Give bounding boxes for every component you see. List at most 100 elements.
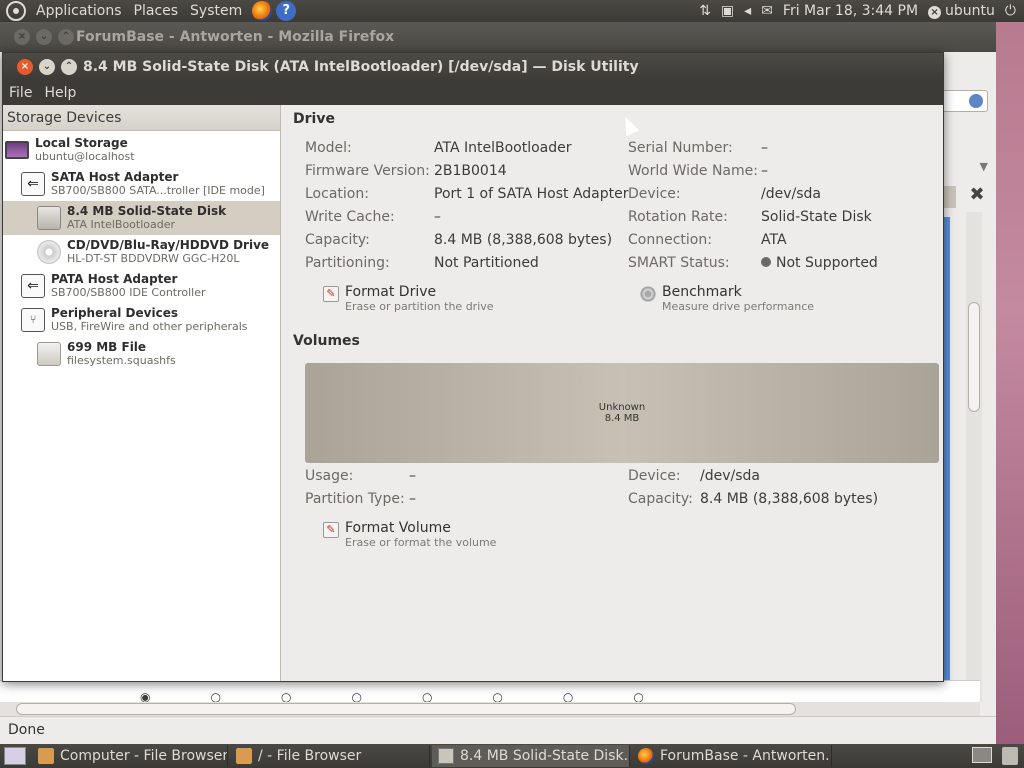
usb-icon: ⑂: [21, 308, 45, 332]
firefox-minimize-button[interactable]: ⌄: [36, 29, 52, 45]
drive-label: Model:: [305, 140, 352, 156]
trash-icon[interactable]: [1002, 747, 1018, 765]
item-subtitle: ubuntu@localhost: [35, 150, 135, 163]
scrollbar-thumb[interactable]: [16, 703, 796, 715]
disk-utility-body: Storage Devices Local Storage ubuntu@loca…: [3, 105, 943, 681]
ubuntu-logo-icon[interactable]: [6, 1, 26, 21]
drive-value: –: [761, 140, 768, 156]
firefox-search-box[interactable]: [942, 90, 988, 112]
search-icon[interactable]: [969, 94, 983, 108]
sidebar-item-local-storage[interactable]: Local Storage ubuntu@localhost: [5, 133, 279, 167]
item-title: CD/DVD/Blu-Ray/HDDVD Drive: [67, 238, 270, 252]
firefox-maximize-button[interactable]: ⌃: [58, 29, 74, 45]
volume-label: Unknown: [598, 402, 646, 413]
menu-file[interactable]: File: [3, 85, 38, 101]
volume-value: 8.4 MB (8,388,608 bytes): [700, 491, 879, 507]
scrollbar-thumb[interactable]: [968, 302, 980, 412]
sidebar-item-optical-drive[interactable]: CD/DVD/Blu-Ray/HDDVD Drive HL-DT-ST BDDVD…: [37, 235, 279, 269]
action-subtitle: Measure drive performance: [662, 300, 815, 313]
drive-label: Serial Number:: [628, 140, 733, 156]
format-volume-button[interactable]: ✎ Format Volume Erase or format the volum…: [323, 520, 496, 549]
battery-icon[interactable]: ▣: [721, 3, 734, 19]
status-dot-icon: [761, 257, 771, 267]
action-subtitle: Erase or format the volume: [345, 536, 497, 549]
drive-value: Not Partitioned: [434, 255, 539, 271]
bottom-panel: Computer - File Browser / - File Browser…: [0, 744, 1024, 768]
volume-map-bar[interactable]: Unknown 8.4 MB: [305, 363, 939, 463]
sidebar-item-peripheral-devices[interactable]: ⑂ Peripheral Devices USB, FireWire and ot…: [21, 303, 279, 337]
drive-value: Port 1 of SATA Host Adapter: [434, 186, 629, 202]
volume-icon[interactable]: ◂: [744, 3, 751, 19]
sidebar-item-pata-host-adapter[interactable]: ⇐ PATA Host Adapter SB700/SB800 IDE Contr…: [21, 269, 279, 303]
sidebar-item-sata-host-adapter[interactable]: ⇐ SATA Host Adapter SB700/SB800 SATA...tr…: [21, 167, 279, 201]
action-title: Format Drive: [345, 284, 437, 300]
drive-label: World Wide Name:: [628, 163, 758, 179]
computer-icon: [5, 141, 29, 159]
show-desktop-icon[interactable]: [4, 747, 26, 765]
firefox-horizontal-scrollbar[interactable]: [0, 702, 980, 716]
menu-system[interactable]: System: [184, 3, 248, 19]
optical-drive-icon: [37, 240, 61, 264]
maximize-button[interactable]: ⌃: [61, 58, 77, 75]
sidebar-item-solid-state-disk[interactable]: 8.4 MB Solid-State Disk ATA IntelBootload…: [3, 201, 280, 235]
item-subtitle: HL-DT-ST BDDVDRW GGC-H20L: [67, 252, 240, 265]
taskbar-item-root[interactable]: / - File Browser: [230, 745, 430, 767]
benchmark-button[interactable]: Benchmark Measure drive performance: [640, 284, 814, 313]
menu-help[interactable]: Help: [38, 85, 82, 101]
format-drive-button[interactable]: ✎ Format Drive Erase or partition the dri…: [323, 284, 494, 313]
help-launcher-icon[interactable]: ?: [276, 1, 297, 21]
drive-value: /dev/sda: [761, 186, 821, 202]
drive-value: 2B1B0014: [434, 163, 507, 179]
network-icon[interactable]: ⇅: [699, 3, 711, 19]
tab-close-icon[interactable]: ✖: [964, 184, 990, 208]
taskbar-item-computer[interactable]: Computer - File Browser: [32, 745, 228, 767]
drive-value: Solid-State Disk: [761, 209, 872, 225]
item-title: PATA Host Adapter: [51, 272, 178, 286]
volume-label: Usage:: [305, 468, 354, 484]
item-subtitle: SB700/SB800 IDE Controller: [51, 286, 206, 299]
volume-value: /dev/sda: [700, 468, 760, 484]
clock[interactable]: Fri Mar 18, 3:44 PM: [783, 3, 918, 19]
user-name: ubuntu: [945, 3, 995, 19]
item-subtitle: filesystem.squashfs: [67, 354, 176, 367]
drive-label: Rotation Rate:: [628, 209, 728, 225]
sidebar-header: Storage Devices: [3, 105, 280, 131]
smart-status-value: Not Supported: [776, 255, 878, 271]
menu-applications[interactable]: Applications: [30, 3, 128, 19]
menu-places[interactable]: Places: [128, 3, 185, 19]
firefox-vertical-scrollbar[interactable]: [966, 212, 982, 702]
folder-icon: [38, 748, 54, 764]
firefox-launcher-icon[interactable]: [252, 1, 273, 21]
drive-label: Firmware Version:: [305, 163, 430, 179]
user-menu[interactable]: × ubuntu: [928, 3, 995, 19]
drive-label: Device:: [628, 186, 681, 202]
sidebar-item-file[interactable]: 699 MB File filesystem.squashfs: [37, 337, 279, 371]
drive-heading: Drive: [293, 111, 335, 127]
power-icon[interactable]: ⏻: [1005, 3, 1016, 19]
firefox-close-button[interactable]: ×: [14, 29, 30, 45]
disk-utility-titlebar: × ⌄ ⌃ 8.4 MB Solid-State Disk (ATA Intel…: [3, 53, 943, 80]
drive-value: –: [434, 209, 441, 225]
menubar: File Help: [3, 80, 943, 105]
tab-list-arrow-icon[interactable]: ▼: [980, 160, 988, 173]
top-panel: Applications Places System ? ⇅ ▣ ◂ ✉ Fri…: [0, 0, 1024, 22]
minimize-button[interactable]: ⌄: [39, 58, 55, 75]
mail-icon[interactable]: ✉: [761, 3, 773, 19]
host-adapter-icon: ⇐: [21, 172, 45, 196]
close-button[interactable]: ×: [17, 58, 33, 75]
item-subtitle: SB700/SB800 SATA...troller [IDE mode]: [51, 184, 265, 197]
volume-label: Device:: [628, 468, 681, 484]
volumes-heading: Volumes: [293, 333, 360, 349]
details-pane: Drive Model: ATA IntelBootloader Firmwar…: [281, 105, 943, 681]
volume-size: 8.4 MB: [604, 413, 640, 424]
workspace-switcher-icon[interactable]: [972, 747, 992, 763]
window-title: 8.4 MB Solid-State Disk (ATA IntelBootlo…: [83, 58, 639, 75]
benchmark-icon: [640, 286, 656, 302]
item-title: 8.4 MB Solid-State Disk: [67, 204, 227, 218]
item-title: Local Storage: [35, 136, 128, 150]
taskbar-item-firefox[interactable]: ForumBase - Antworten...: [632, 745, 832, 767]
taskbar-item-disk-utility[interactable]: 8.4 MB Solid-State Disk...: [432, 745, 630, 767]
drive-value: ATA: [761, 232, 787, 248]
drive-label: Capacity:: [305, 232, 370, 248]
task-label: ForumBase - Antworten...: [660, 748, 832, 764]
